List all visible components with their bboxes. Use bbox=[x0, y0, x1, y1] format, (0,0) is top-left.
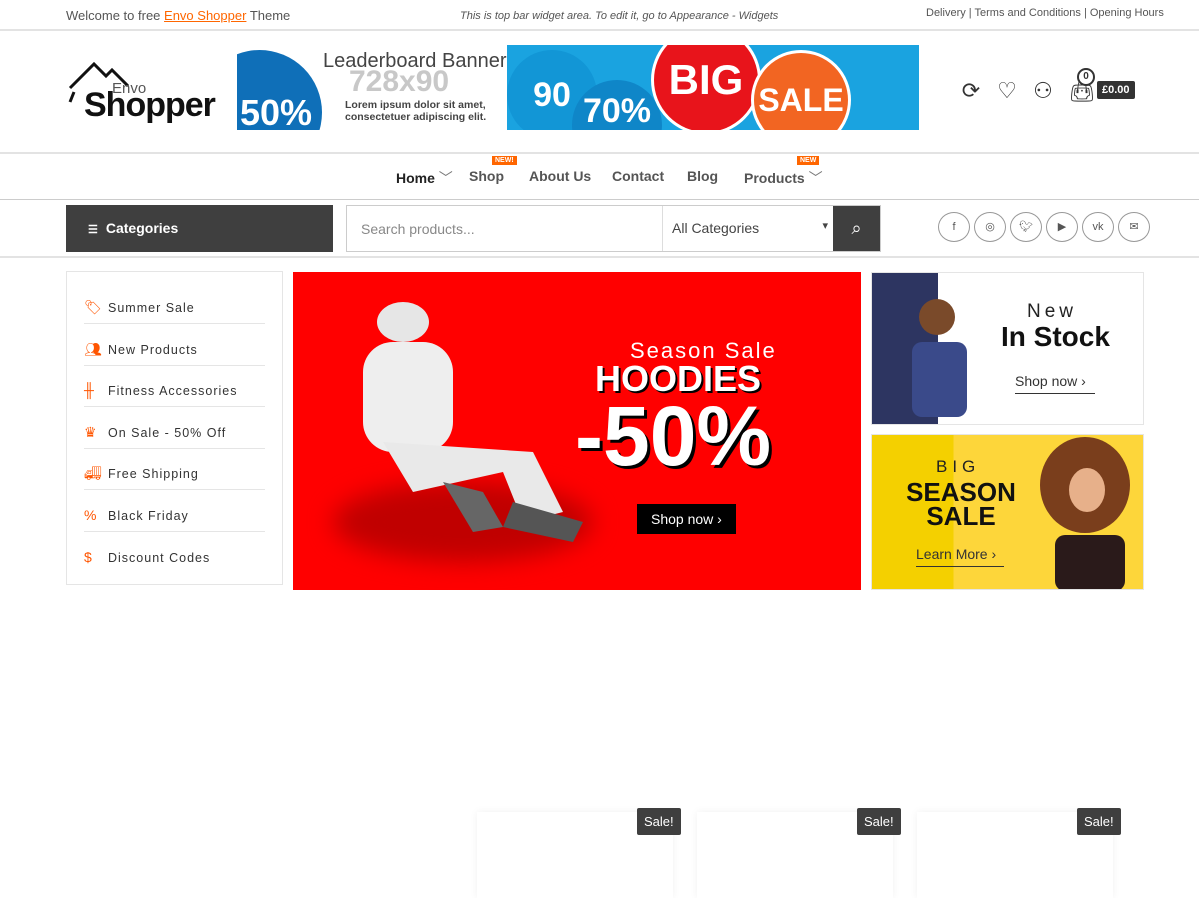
nav-shop[interactable]: Shop bbox=[469, 168, 504, 184]
header-icons: ⟳ ♡ ⚇ 👜︎ bbox=[960, 78, 1096, 104]
category-sidebar: 🏷︎ Summer Sale 👥︎ New Products ╫ Fitness Acce… bbox=[66, 271, 283, 585]
sidebar-item[interactable]: ╫ Fitness Accessories bbox=[84, 365, 265, 408]
vk-icon[interactable]: vk bbox=[1082, 212, 1114, 242]
main-nav: Home ﹀ Shop NEW! About Us Contact Blog P… bbox=[0, 152, 1199, 200]
learn-more-link[interactable]: Learn More › bbox=[916, 546, 1004, 567]
model-image bbox=[1040, 437, 1130, 589]
sidebar-item[interactable]: $ Discount Codes bbox=[84, 532, 265, 574]
sidebar-item[interactable]: 👥︎ New Products bbox=[84, 324, 265, 366]
refresh-icon[interactable]: ⟳ bbox=[960, 78, 982, 104]
theme-link[interactable]: Envo Shopper bbox=[164, 8, 246, 23]
sale-badge: Sale! bbox=[857, 808, 901, 835]
search-button[interactable]: ⌕ bbox=[833, 206, 880, 251]
truck-icon: 🚚︎ bbox=[84, 465, 103, 482]
chevron-down-icon: ﹀ bbox=[438, 170, 453, 186]
cart-count: 0 bbox=[1077, 68, 1095, 86]
basket-icon: ♛ bbox=[84, 423, 98, 440]
sidebar-item[interactable]: 🏷︎ Summer Sale bbox=[84, 282, 265, 324]
model-image bbox=[912, 299, 967, 417]
sale-badge: Sale! bbox=[637, 808, 681, 835]
nav-products[interactable]: Products ﹀ bbox=[744, 168, 823, 188]
nav-home[interactable]: Home ﹀ bbox=[396, 168, 453, 188]
percent-icon: % bbox=[84, 507, 98, 523]
categories-button[interactable]: ☰ Categories bbox=[66, 205, 333, 252]
user-icon[interactable]: ⚇ bbox=[1032, 78, 1054, 104]
email-icon[interactable]: ✉ bbox=[1118, 212, 1150, 242]
top-bar: Welcome to free Envo Shopper Theme This … bbox=[0, 0, 1199, 31]
divider bbox=[0, 256, 1199, 258]
big-season-sale-banner[interactable]: BIG SEASON SALE Learn More › bbox=[871, 434, 1144, 590]
sidebar-item[interactable]: 🚚︎ Free Shipping bbox=[84, 448, 265, 491]
hero-shop-now-button[interactable]: Shop now › bbox=[637, 504, 736, 534]
new-badge: NEW! bbox=[492, 156, 517, 165]
sidebar-item[interactable]: ♛ On Sale - 50% Off bbox=[84, 407, 265, 449]
logo[interactable]: Envo Shopper bbox=[66, 58, 226, 126]
sale-badge: Sale! bbox=[1077, 808, 1121, 835]
cart-total[interactable]: £0.00 bbox=[1097, 81, 1135, 99]
menu-icon: ☰ bbox=[88, 224, 98, 236]
hero-banner[interactable]: Season Sale HOODIES -50% Shop now › bbox=[293, 272, 861, 590]
instagram-icon[interactable]: ◎ bbox=[974, 212, 1006, 242]
youtube-icon[interactable]: ▶ bbox=[1046, 212, 1078, 242]
nav-contact[interactable]: Contact bbox=[612, 168, 664, 184]
dumbbell-icon: ╫ bbox=[84, 382, 95, 399]
facebook-icon[interactable]: f bbox=[938, 212, 970, 242]
nav-about[interactable]: About Us bbox=[529, 168, 591, 184]
twitter-icon[interactable]: 🐦︎ bbox=[1010, 212, 1042, 242]
shop-now-link[interactable]: Shop now › bbox=[1015, 373, 1095, 394]
nav-blog[interactable]: Blog bbox=[687, 168, 718, 184]
search-icon: ⌕ bbox=[851, 218, 862, 238]
new-badge: NEW bbox=[797, 156, 820, 165]
heart-icon[interactable]: ♡ bbox=[996, 78, 1018, 104]
welcome-text: Welcome to free Envo Shopper Theme bbox=[66, 8, 291, 23]
top-links[interactable]: Delivery | Terms and Conditions | Openin… bbox=[926, 7, 1164, 19]
leaderboard-banner[interactable]: 50% Leaderboard Banner 728x90 Lorem ipsu… bbox=[237, 45, 919, 130]
tag-icon: 🏷︎ bbox=[84, 299, 103, 315]
chevron-down-icon: ▾ bbox=[822, 220, 828, 232]
category-select[interactable]: All Categories ▾ bbox=[662, 206, 834, 251]
search-bar: Search products... All Categories ▾ ⌕ bbox=[346, 205, 881, 252]
widget-text: This is top bar widget area. To edit it,… bbox=[460, 10, 779, 22]
new-in-stock-banner[interactable]: New In Stock Shop now › bbox=[871, 272, 1144, 425]
search-input[interactable]: Search products... bbox=[361, 221, 475, 237]
users-icon: 👥︎ bbox=[84, 340, 103, 357]
social-links: f ◎ 🐦︎ ▶ vk ✉ bbox=[938, 212, 1150, 242]
chevron-down-icon: ﹀ bbox=[808, 170, 823, 186]
sidebar-item[interactable]: % Black Friday bbox=[84, 490, 265, 532]
dollar-icon: $ bbox=[84, 548, 93, 565]
